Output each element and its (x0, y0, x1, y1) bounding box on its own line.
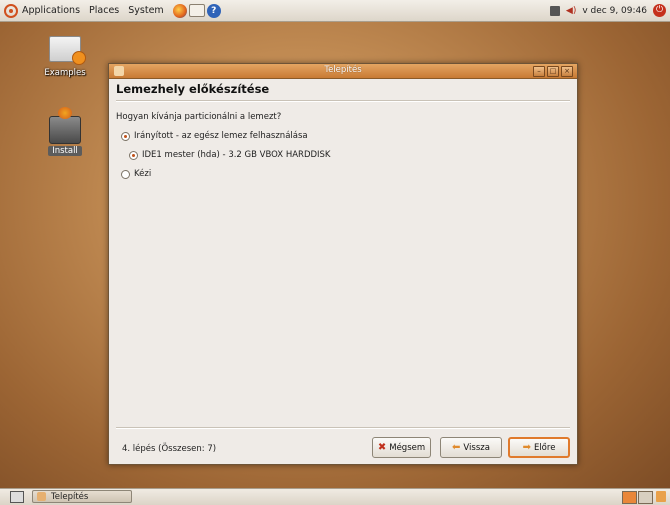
system-menu[interactable]: System (128, 5, 163, 16)
applications-menu-label: Applications (22, 5, 81, 16)
window-titlebar[interactable]: Telepítés – □ × (109, 64, 577, 79)
firefox-icon[interactable] (172, 3, 187, 18)
help-icon[interactable]: ? (206, 3, 221, 18)
system-tray: ◀) v dec 9, 09:46 ⏻ (544, 4, 666, 17)
desktop-icon-label: Examples (44, 68, 86, 78)
forward-button-label: Előre (533, 442, 556, 453)
option-disk[interactable]: IDE1 mester (hda) - 3.2 GB VBOX HARDDISK (129, 150, 577, 160)
partition-question: Hogyan kívánja particionálni a lemezt? (116, 112, 282, 122)
desktop-icon-examples[interactable]: Examples (37, 36, 93, 78)
radio-manual[interactable] (121, 169, 130, 179)
back-button[interactable]: ⬅ Vissza (440, 437, 502, 458)
footer-divider (116, 427, 570, 429)
window-controls: – □ × (531, 66, 573, 77)
option-manual[interactable]: Kézi (121, 169, 577, 179)
radio-disk[interactable] (129, 150, 138, 160)
forward-arrow-icon: ➡ (522, 442, 531, 453)
show-desktop-icon[interactable] (10, 491, 24, 503)
applications-menu[interactable]: Applications (4, 3, 81, 18)
places-menu[interactable]: Places (89, 5, 119, 16)
folder-icon (49, 36, 86, 65)
workspace-2[interactable] (638, 491, 653, 504)
cancel-button[interactable]: ✖ Mégsem (372, 437, 431, 458)
bottom-panel: Telepítés (0, 488, 670, 505)
lock-icon (72, 51, 86, 65)
cancel-button-label: Mégsem (389, 442, 426, 453)
option-guided-label: Irányított - az egész lemez felhasználás… (134, 131, 308, 141)
close-icon[interactable]: × (561, 66, 573, 77)
taskbar-item-installer[interactable]: Telepítés (32, 490, 132, 503)
clock[interactable]: v dec 9, 09:46 (582, 6, 647, 16)
forward-button[interactable]: ➡ Előre (508, 437, 570, 458)
option-disk-label: IDE1 mester (hda) - 3.2 GB VBOX HARDDISK (142, 150, 331, 160)
window-title: Telepítés (324, 65, 362, 75)
desktop-icon-install[interactable]: Install (37, 107, 93, 156)
option-manual-label: Kézi (134, 169, 152, 179)
minimize-icon[interactable]: – (533, 66, 545, 77)
back-arrow-icon: ⬅ (452, 442, 461, 453)
installer-window: Telepítés – □ × Lemezhely előkészítése H… (108, 63, 578, 465)
top-panel: Applications Places System ? ◀) v dec 9,… (0, 0, 670, 22)
ubuntu-logo-icon (4, 3, 18, 18)
network-icon[interactable] (549, 5, 560, 16)
radio-guided[interactable] (121, 131, 130, 141)
trash-icon[interactable] (656, 491, 666, 502)
desktop-icon-label: Install (48, 146, 82, 156)
mail-icon[interactable] (188, 4, 205, 17)
workspace-1[interactable] (622, 491, 637, 504)
power-icon[interactable]: ⏻ (653, 4, 666, 17)
option-guided[interactable]: Irányított - az egész lemez felhasználás… (121, 131, 577, 141)
maximize-icon[interactable]: □ (547, 66, 559, 77)
cancel-icon: ✖ (377, 442, 387, 453)
installer-task-icon (37, 492, 46, 501)
taskbar-item-label: Telepítés (51, 491, 89, 502)
install-icon (49, 107, 81, 144)
volume-icon[interactable]: ◀) (566, 6, 576, 16)
divider (116, 100, 570, 102)
page-title: Lemezhely előkészítése (116, 82, 270, 96)
step-indicator: 4. lépés (Összesen: 7) (122, 444, 217, 454)
back-button-label: Vissza (463, 442, 490, 453)
